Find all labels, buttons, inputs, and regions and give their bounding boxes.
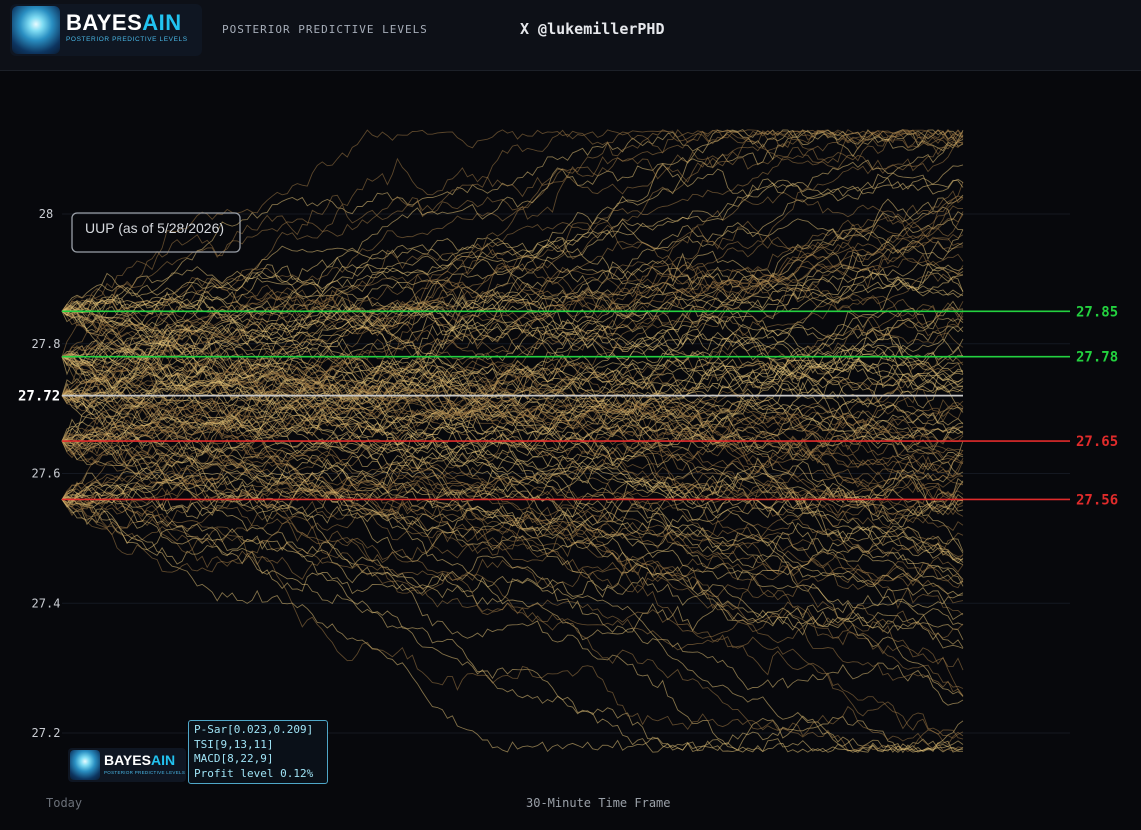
posterior-chart: 27.8527.7827.6527.56 27.227.427.627.8282… xyxy=(18,129,1118,810)
header-bar: BAYESAIN POSTERIOR PREDICTIVE LEVELS POS… xyxy=(0,0,1141,71)
page-title: POSTERIOR PREDICTIVE LEVELS xyxy=(222,23,428,36)
y-tick-label: 27.8 xyxy=(32,337,61,351)
y-tick-label: 27.4 xyxy=(32,596,61,610)
level-label: 27.65 xyxy=(1076,434,1118,450)
indicator-profit: Profit level 0.12% xyxy=(194,766,314,780)
footer-orb-icon xyxy=(70,750,100,780)
simulated-path xyxy=(61,342,964,442)
indicator-legend: P-Sar[0.023,0.209] TSI[9,13,11] MACD[8,2… xyxy=(188,720,328,784)
x-start-label: Today xyxy=(46,796,82,810)
y-axis-ticks: 27.2 27.4 27.6 27.8 28 27.72 xyxy=(18,207,60,740)
brand-tagline: POSTERIOR PREDICTIVE LEVELS xyxy=(66,36,188,43)
x-axis-label: 30-Minute Time Frame xyxy=(526,796,671,810)
level-label: 27.56 xyxy=(1076,492,1118,508)
current-price-label: 27.72 xyxy=(18,389,60,405)
simulated-path xyxy=(61,278,964,397)
ticker-label: UUP (as of 5/28/2026) xyxy=(85,220,224,236)
footer-brand-name: BAYESAIN xyxy=(104,752,176,768)
brand-logo[interactable]: BAYESAIN POSTERIOR PREDICTIVE LEVELS xyxy=(10,4,202,56)
y-tick-label: 28 xyxy=(39,207,53,221)
indicator-psar: P-Sar[0.023,0.209] xyxy=(194,723,314,736)
footer-brand-tagline: POSTERIOR PREDICTIVE LEVELS xyxy=(104,770,186,775)
level-label: 27.78 xyxy=(1076,350,1118,366)
indicator-tsi: TSI[9,13,11] xyxy=(194,737,274,751)
brand-orb-icon xyxy=(12,6,60,54)
level-label: 27.85 xyxy=(1076,304,1118,320)
chart-annotation: UUP (as of 5/28/2026) xyxy=(71,212,241,253)
y-tick-label: 27.2 xyxy=(32,726,61,740)
footer-brand-logo: BAYESAIN POSTERIOR PREDICTIVE LEVELS xyxy=(68,748,186,782)
social-handle[interactable]: X @lukemillerPHD xyxy=(520,20,665,38)
simulated-path xyxy=(61,384,964,746)
indicator-macd: MACD[8,22,9] xyxy=(194,752,274,765)
y-tick-label: 27.6 xyxy=(32,467,61,481)
brand-name: BAYESAIN xyxy=(66,10,182,35)
